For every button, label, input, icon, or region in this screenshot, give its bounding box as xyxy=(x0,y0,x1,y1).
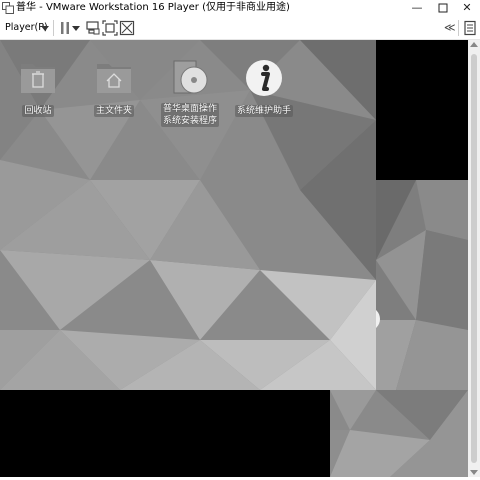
pause-dropdown-icon[interactable] xyxy=(68,20,84,36)
scroll-up-icon[interactable] xyxy=(470,42,478,47)
scroll-down-icon[interactable] xyxy=(470,470,478,475)
collapse-toolbar-icon[interactable]: ≪ xyxy=(444,20,456,36)
window-title-bar[interactable]: 普华 - VMware Workstation 16 Player (仅用于非商… xyxy=(0,0,480,17)
window-title: 普华 - VMware Workstation 16 Player (仅用于非商… xyxy=(16,2,290,13)
desktop-icon-label: 系统维护助手 xyxy=(234,105,293,117)
trash-folder-icon xyxy=(21,64,55,93)
right-region-wallpaper xyxy=(376,180,468,390)
vm-display[interactable]: 回收站 主文件夹 普华桌面操作 系统安装程序 系统维护助手 xyxy=(0,40,468,477)
desktop-icon-label: 普华桌面操作 系统安装程序 xyxy=(160,103,219,127)
toolbar-separator-right xyxy=(458,20,459,36)
vertical-scrollbar[interactable] xyxy=(468,40,480,477)
desktop-icon-installer[interactable]: 普华桌面操作 系统安装程序 xyxy=(152,58,228,127)
desktop-icon-trash[interactable]: 回收站 xyxy=(0,58,76,117)
info-icon xyxy=(246,60,282,96)
toolbar-separator xyxy=(53,20,54,36)
guest-desktop[interactable]: 回收站 主文件夹 普华桌面操作 系统安装程序 系统维护助手 xyxy=(0,40,376,390)
desktop-icon-label: 主文件夹 xyxy=(93,105,134,117)
unity-icon[interactable] xyxy=(119,20,135,36)
installer-cd-icon xyxy=(173,60,208,94)
desktop-icon-maintenance[interactable]: 系统维护助手 xyxy=(226,58,302,117)
send-ctrl-alt-del-icon[interactable] xyxy=(85,20,101,36)
toolbar: Player(P) ≪ xyxy=(0,17,480,40)
vmware-app-icon xyxy=(2,2,14,14)
minimize-icon[interactable]: — xyxy=(406,0,428,16)
guest-display-bottom-region xyxy=(330,390,468,477)
home-folder-icon xyxy=(97,64,131,93)
scrollbar-thumb[interactable] xyxy=(471,54,477,463)
guest-display-right-region xyxy=(376,180,468,390)
desktop-icon-label: 回收站 xyxy=(22,105,54,117)
restore-icon[interactable] xyxy=(432,0,454,16)
desktop-icon-home[interactable]: 主文件夹 xyxy=(76,58,152,117)
close-icon[interactable]: ✕ xyxy=(456,0,478,16)
player-dropdown-icon[interactable] xyxy=(37,20,53,36)
fit-guest-icon[interactable] xyxy=(102,20,118,36)
bottom-region-wallpaper xyxy=(330,390,468,477)
vm-library-icon[interactable] xyxy=(462,20,478,36)
